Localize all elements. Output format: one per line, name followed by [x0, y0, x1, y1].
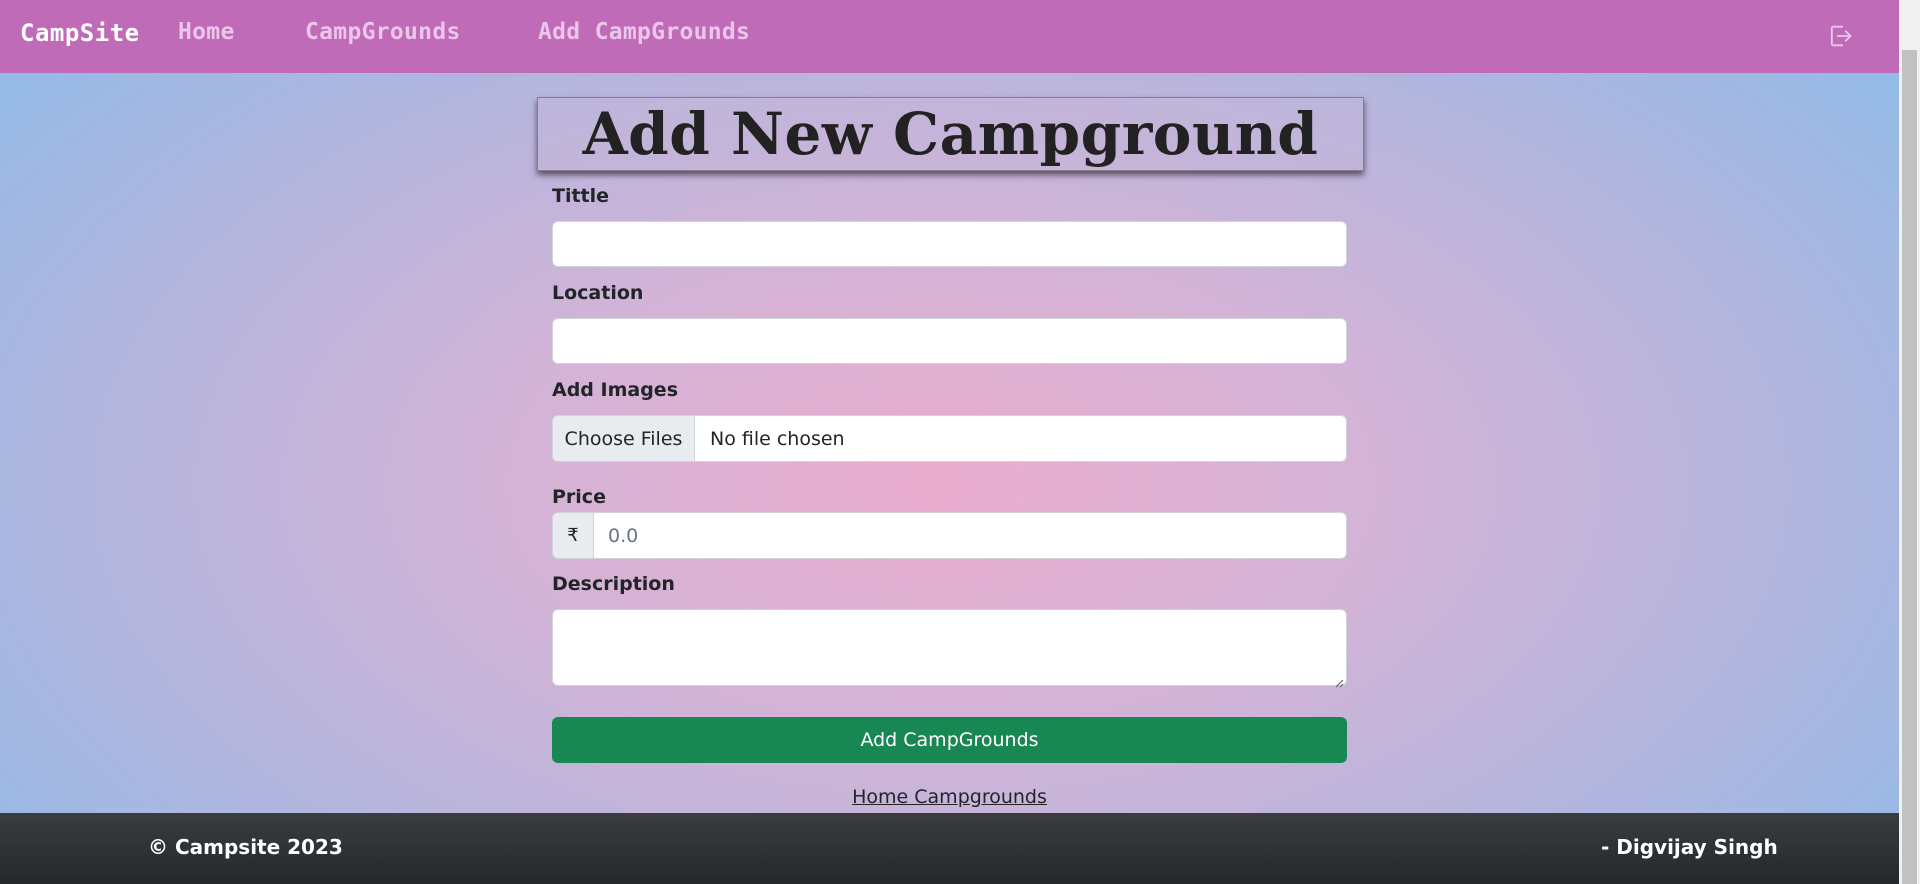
title-label: Tittle — [552, 185, 610, 207]
logout-icon[interactable] — [1826, 22, 1854, 50]
footer: © Campsite 2023 - Digvijay Singh — [0, 813, 1899, 884]
price-input-group: ₹ 0.0 — [552, 512, 1347, 559]
add-campgrounds-button[interactable]: Add CampGrounds — [552, 717, 1347, 763]
resize-grip-icon[interactable] — [1334, 673, 1344, 688]
page-title-box: Add New Campground — [537, 97, 1364, 171]
home-campgrounds-link[interactable]: Home Campgrounds — [852, 786, 1047, 808]
footer-copyright: © Campsite 2023 — [148, 835, 343, 859]
description-textarea[interactable] — [552, 609, 1347, 688]
nav-link-home[interactable]: Home — [178, 19, 235, 45]
page-title: Add New Campground — [582, 100, 1319, 168]
image-file-input[interactable]: Choose Files No file chosen — [552, 415, 1347, 462]
choose-files-button[interactable]: Choose Files — [553, 416, 695, 461]
home-campgrounds-link-row: Home Campgrounds — [0, 786, 1899, 808]
title-input[interactable] — [552, 221, 1347, 267]
location-input[interactable] — [552, 318, 1347, 364]
rupee-icon: ₹ — [552, 512, 594, 559]
location-label: Location — [552, 282, 644, 304]
navbar: CampSite Home CampGrounds Add CampGround… — [0, 0, 1899, 73]
scrollbar-thumb[interactable] — [1902, 50, 1917, 884]
file-status-text: No file chosen — [710, 427, 845, 450]
price-input[interactable]: 0.0 — [594, 512, 1347, 559]
images-label: Add Images — [552, 379, 679, 401]
footer-author: - Digvijay Singh — [1601, 835, 1778, 859]
nav-link-add-campgrounds[interactable]: Add CampGrounds — [538, 19, 750, 45]
description-label: Description — [552, 573, 675, 595]
brand-logo[interactable]: CampSite — [20, 19, 140, 47]
price-label: Price — [552, 486, 606, 508]
nav-link-campgrounds[interactable]: CampGrounds — [305, 19, 461, 45]
